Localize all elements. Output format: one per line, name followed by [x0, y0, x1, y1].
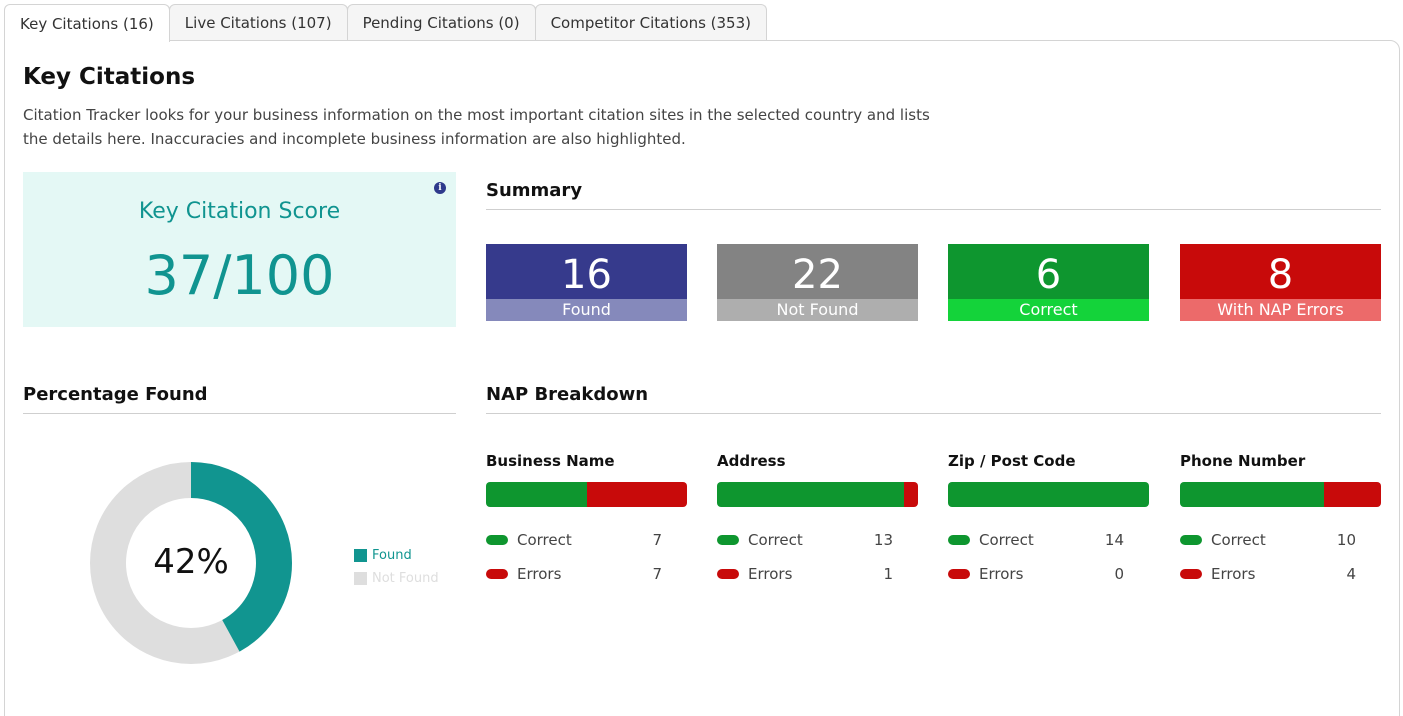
page-title: Key Citations — [23, 64, 196, 90]
summary-value: 6 — [1035, 252, 1062, 298]
nap-row-label: Correct — [979, 531, 1034, 549]
summary-label: Correct — [948, 299, 1149, 321]
donut-legend: Found Not Found — [354, 544, 439, 590]
summary-value: 22 — [792, 252, 843, 298]
summary-not-found: 22 Not Found — [717, 244, 918, 321]
nap-column: Phone Number Correct 10 Errors 4 — [1180, 452, 1381, 591]
nap-column: Zip / Post Code Correct 14 Errors 0 — [948, 452, 1149, 591]
summary-label: Not Found — [717, 299, 918, 321]
nap-correct-row: Correct 7 — [486, 523, 687, 557]
nap-breakdown-title: NAP Breakdown — [486, 384, 1381, 414]
summary-correct: 6 Correct — [948, 244, 1149, 321]
nap-correct-count: 14 — [1104, 531, 1124, 549]
nap-errors-row: Errors 4 — [1180, 557, 1381, 591]
nap-row-label: Errors — [517, 565, 562, 583]
nap-ratio-bar — [717, 482, 918, 507]
info-icon[interactable]: i — [434, 182, 446, 194]
summary-value: 16 — [561, 252, 612, 298]
correct-pill-icon — [486, 535, 508, 545]
summary-nap-errors: 8 With NAP Errors — [1180, 244, 1381, 321]
tab-live-citations[interactable]: Live Citations (107) — [168, 4, 348, 41]
legend-label: Not Found — [372, 571, 439, 586]
nap-errors-segment — [586, 482, 687, 507]
nap-ratio-bar — [486, 482, 687, 507]
nap-column-title: Phone Number — [1180, 452, 1306, 470]
nap-correct-segment — [948, 482, 1149, 507]
summary-value: 8 — [1267, 252, 1294, 298]
errors-pill-icon — [486, 569, 508, 579]
legend-swatch — [354, 572, 367, 585]
nap-row-label: Errors — [979, 565, 1024, 583]
tab-bar: Key Citations (16) Live Citations (107) … — [4, 4, 767, 42]
summary-label: With NAP Errors — [1180, 299, 1381, 321]
nap-ratio-bar — [948, 482, 1149, 507]
donut-center-label: 42% — [153, 542, 229, 582]
legend-item-found[interactable]: Found — [354, 544, 439, 567]
correct-pill-icon — [1180, 535, 1202, 545]
nap-column-title: Business Name — [486, 452, 615, 470]
score-value: 37/100 — [144, 244, 335, 307]
nap-correct-segment — [717, 482, 904, 507]
tab-competitor-citations[interactable]: Competitor Citations (353) — [534, 4, 767, 41]
nap-correct-segment — [1180, 482, 1324, 507]
summary-label: Found — [486, 299, 687, 321]
nap-column-title: Address — [717, 452, 786, 470]
nap-errors-row: Errors 0 — [948, 557, 1149, 591]
tab-pending-citations[interactable]: Pending Citations (0) — [346, 4, 536, 41]
summary-title: Summary — [486, 180, 1381, 210]
nap-correct-count: 13 — [873, 531, 893, 549]
nap-correct-count: 7 — [652, 531, 662, 549]
summary-found: 16 Found — [486, 244, 687, 321]
nap-correct-segment — [486, 482, 587, 507]
legend-swatch — [354, 549, 367, 562]
nap-row-label: Correct — [1211, 531, 1266, 549]
nap-errors-count: 0 — [1114, 565, 1124, 583]
nap-errors-segment — [903, 482, 918, 507]
nap-row-label: Errors — [748, 565, 793, 583]
tab-key-citations[interactable]: Key Citations (16) — [4, 4, 170, 42]
nap-errors-segment — [1323, 482, 1381, 507]
correct-pill-icon — [717, 535, 739, 545]
score-label: Key Citation Score — [138, 199, 341, 224]
percentage-found-title: Percentage Found — [23, 384, 456, 414]
errors-pill-icon — [717, 569, 739, 579]
nap-correct-row: Correct 13 — [717, 523, 918, 557]
legend-label: Found — [372, 548, 412, 563]
nap-errors-row: Errors 1 — [717, 557, 918, 591]
page-description: Citation Tracker looks for your business… — [23, 106, 930, 148]
legend-item-not-found[interactable]: Not Found — [354, 567, 439, 590]
nap-row-label: Errors — [1211, 565, 1256, 583]
nap-errors-count: 1 — [883, 565, 893, 583]
nap-column: Address Correct 13 Errors 1 — [717, 452, 918, 591]
nap-correct-count: 10 — [1336, 531, 1356, 549]
nap-row-label: Correct — [748, 531, 803, 549]
nap-ratio-bar — [1180, 482, 1381, 507]
nap-row-label: Correct — [517, 531, 572, 549]
errors-pill-icon — [948, 569, 970, 579]
nap-column-title: Zip / Post Code — [948, 452, 1076, 470]
errors-pill-icon — [1180, 569, 1202, 579]
nap-errors-count: 4 — [1346, 565, 1356, 583]
nap-correct-row: Correct 10 — [1180, 523, 1381, 557]
nap-errors-count: 7 — [652, 565, 662, 583]
correct-pill-icon — [948, 535, 970, 545]
nap-errors-row: Errors 7 — [486, 557, 687, 591]
key-citation-score-card: i Key Citation Score 37/100 — [23, 172, 456, 327]
nap-column: Business Name Correct 7 Errors 7 — [486, 452, 687, 591]
nap-correct-row: Correct 14 — [948, 523, 1149, 557]
